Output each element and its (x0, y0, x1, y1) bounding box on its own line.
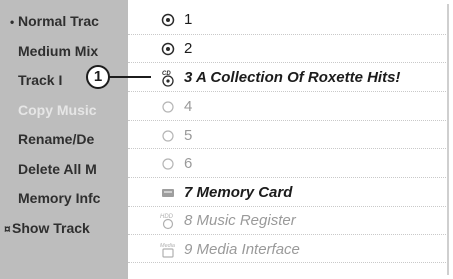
menu-item-medium-mix[interactable]: Medium Mix (0, 36, 128, 66)
list-item-media-interface: Media 9 Media Interface (128, 238, 446, 262)
empty-slot-icon (160, 124, 176, 148)
list-item-disc-2[interactable]: 2 (128, 37, 446, 61)
menu-item-normal-track[interactable]: • Normal Trac (0, 6, 128, 36)
list-item-number: 5 (184, 127, 193, 144)
list-item-title: Memory Card (196, 184, 293, 201)
list-item-music-register: HDD 8 Music Register (128, 209, 446, 233)
menu-item-label: Rename/De (18, 131, 95, 147)
menu-item-label: Delete All M (18, 161, 97, 177)
menu-item-show-track[interactable]: ¤Show Track (0, 213, 128, 243)
list-item-slot-5: 5 (128, 124, 446, 148)
list-item-number: 3 (184, 69, 193, 86)
media-icon: Media (160, 238, 176, 262)
list-item-slot-6: 6 (128, 152, 446, 176)
cd-icon: CD (160, 66, 176, 90)
menu-item-copy-music[interactable]: Copy Music (0, 95, 128, 125)
list-item-number: 2 (184, 40, 193, 57)
disc-icon (160, 8, 176, 32)
list-item-number: 8 (184, 212, 193, 229)
empty-slot-icon (160, 95, 176, 119)
callout-marker: 1 (86, 65, 110, 89)
list-item-disc-3-selected[interactable]: CD 3 A Collection Of Roxette Hits! (128, 66, 446, 90)
menu-item-label: Normal Trac (18, 13, 99, 29)
empty-slot-icon (160, 152, 176, 176)
svg-text:Media: Media (160, 243, 175, 249)
screen: • Normal Trac Medium Mix Track I Copy Mus… (0, 0, 453, 279)
divider (128, 234, 446, 235)
menu-item-delete-all[interactable]: Delete All M (0, 154, 128, 184)
menu-item-rename[interactable]: Rename/De (0, 124, 128, 154)
divider (128, 262, 446, 263)
list-item-number: 1 (184, 11, 193, 28)
menu-item-memory-info[interactable]: Memory Infc (0, 183, 128, 213)
menu-item-label: Medium Mix (18, 43, 99, 59)
menu-item-label: Memory Infc (18, 190, 101, 206)
list-item-number: 9 (184, 241, 193, 258)
list-item-memory-card[interactable]: 7 Memory Card (128, 181, 446, 205)
list-item-title: Music Register (196, 212, 296, 229)
divider (128, 34, 446, 35)
divider (128, 120, 446, 121)
list-item-slot-4: 4 (128, 95, 446, 119)
checkbox-icon: ¤ (4, 222, 11, 236)
disc-icon (160, 37, 176, 61)
divider (128, 91, 446, 92)
left-menu: • Normal Trac Medium Mix Track I Copy Mus… (0, 0, 128, 279)
list-item-title: A Collection Of Roxette Hits! (195, 69, 401, 86)
list-item-title: Media Interface (196, 241, 300, 258)
scrollbar[interactable] (447, 4, 449, 275)
divider (128, 148, 446, 149)
menu-item-label: Show Track (12, 220, 90, 236)
hdd-icon: HDD (160, 209, 176, 233)
list-item-number: 6 (184, 155, 193, 172)
menu-item-bullet: • (10, 15, 15, 29)
list-item-disc-1[interactable]: 1 (128, 8, 446, 32)
divider (128, 177, 446, 178)
list-item-number: 4 (184, 98, 193, 115)
menu-item-label: Copy Music (18, 102, 97, 118)
menu-item-label: Track I (18, 72, 63, 88)
memory-card-icon (160, 181, 176, 205)
divider (128, 62, 446, 63)
divider (128, 206, 446, 207)
list-item-number: 7 (184, 184, 193, 201)
media-list: 1 2 CD 3 A Collection Of Roxette Hits! 4… (128, 0, 453, 279)
callout-leader-line (109, 76, 151, 78)
